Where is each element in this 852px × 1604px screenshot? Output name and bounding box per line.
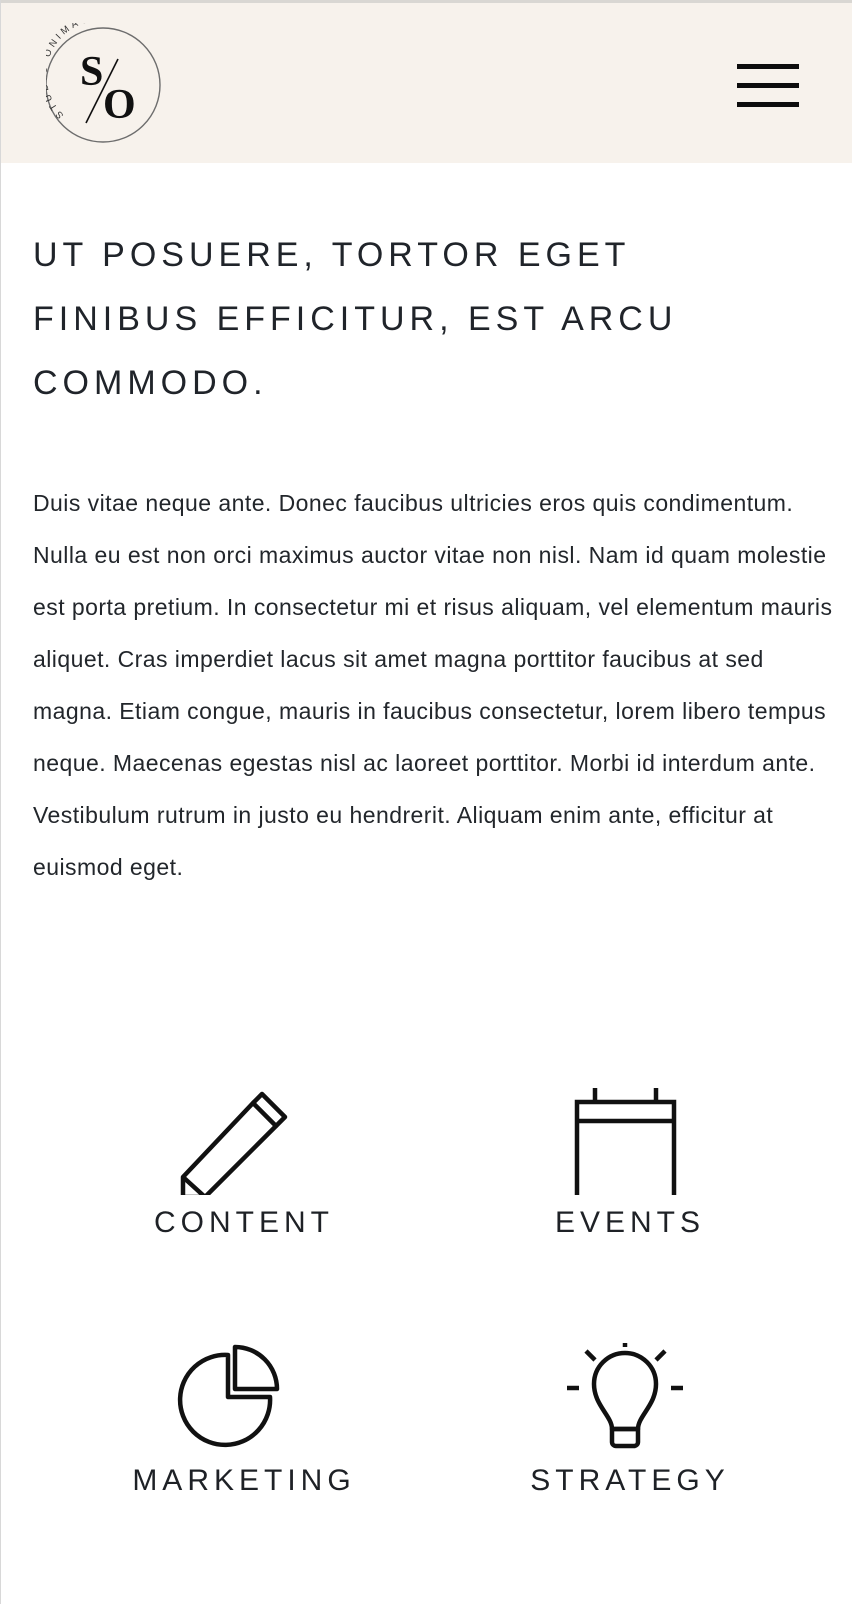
- lightbulb-icon: [455, 1335, 805, 1453]
- intro-paragraph: Duis vitae neque ante. Donec faucibus ul…: [33, 490, 833, 880]
- menu-line-bottom: [737, 102, 799, 107]
- studio-logo[interactable]: STUDIO ONIMAGE S O: [38, 12, 170, 147]
- service-marketing[interactable]: MARKETING: [69, 1343, 419, 1497]
- logo-monogram-o: O: [103, 82, 136, 128]
- menu-line-middle: [737, 83, 799, 88]
- left-border: [0, 0, 1, 1604]
- calendar-icon: [455, 1085, 805, 1203]
- hamburger-menu-icon[interactable]: [737, 63, 799, 111]
- page-headline: UT POSUERE, TORTOR EGET FINIBUS EFFICITU…: [33, 236, 678, 402]
- main-content: UT POSUERE, TORTOR EGET FINIBUS EFFICITU…: [1, 163, 852, 1604]
- service-strategy[interactable]: STRATEGY: [455, 1335, 805, 1497]
- page: STUDIO ONIMAGE S O UT POSUERE, TORTOR EG…: [0, 0, 852, 1604]
- service-label-strategy: STRATEGY: [530, 1464, 730, 1497]
- pie-chart-icon: [69, 1343, 419, 1453]
- service-content[interactable]: CONTENT: [69, 1085, 419, 1239]
- service-label-marketing: MARKETING: [132, 1464, 356, 1497]
- site-header: STUDIO ONIMAGE S O: [1, 3, 852, 163]
- menu-line-top: [737, 64, 799, 69]
- service-label-content: CONTENT: [154, 1206, 334, 1239]
- logo-monogram-s: S: [80, 49, 103, 95]
- pencil-icon: [69, 1085, 419, 1200]
- service-events[interactable]: EVENTS: [455, 1085, 805, 1239]
- service-label-events: EVENTS: [554, 1206, 706, 1239]
